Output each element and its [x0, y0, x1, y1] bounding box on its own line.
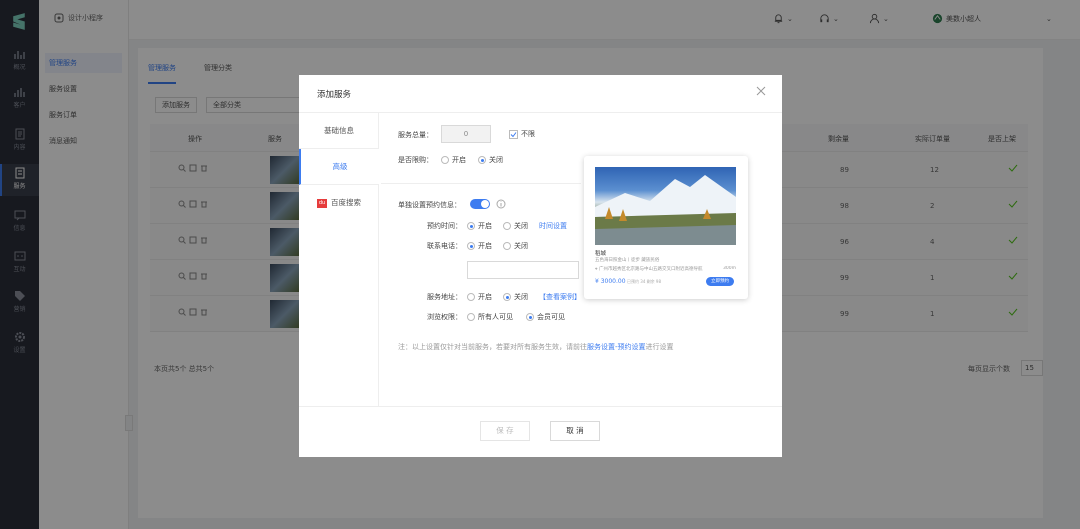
preview-book-button[interactable]: 立即预约 [706, 277, 734, 286]
settings-note: 注：以上设置仅针对当前服务，若要对所有服务生效，请前往服务设置-预约设置进行设置 [398, 343, 674, 351]
divider [299, 406, 782, 407]
preview-photo [595, 167, 736, 245]
access-all-radio[interactable]: 所有人可见 [467, 312, 513, 322]
quantity-input[interactable]: 0 [441, 125, 491, 143]
mountain-image [595, 175, 736, 245]
phone-input[interactable] [467, 261, 579, 279]
address-on-radio[interactable]: 开启 [467, 292, 492, 302]
booking-time-label: 预约时间： [427, 222, 462, 230]
access-member-radio[interactable]: 会员可见 [526, 312, 565, 322]
radio-selected-icon [478, 156, 486, 164]
dialog-title: 添加服务 [317, 90, 352, 100]
cancel-button[interactable]: 取 消 [550, 421, 600, 441]
baidu-icon: du [317, 198, 327, 208]
info-icon[interactable] [496, 199, 506, 209]
checkbox-checked-icon [509, 129, 518, 139]
limit-on-radio[interactable]: 开启 [441, 155, 466, 165]
preview-address: ⌖ 广州市越秀区北京路与中山五路交叉口附近高德导航 300m [595, 266, 736, 272]
phone-label: 联系电话： [427, 242, 462, 250]
radio-icon [503, 222, 511, 230]
booking-toggle[interactable] [470, 199, 490, 209]
radio-selected-icon [526, 313, 534, 321]
dialog-tab-baidu[interactable]: du 百度搜索 [299, 185, 379, 221]
booking-time-off-radio[interactable]: 关闭 [503, 221, 528, 231]
radio-selected-icon [467, 242, 475, 250]
booking-label: 单独设置预约信息： [398, 201, 461, 209]
booking-time-on-radio[interactable]: 开启 [467, 221, 492, 231]
phone-off-radio[interactable]: 关闭 [503, 241, 528, 251]
access-label: 浏览权限： [427, 313, 462, 321]
view-example-link[interactable]: 【查看案例】 [539, 292, 581, 302]
preview-card: 稻城 五色海日照金山丨徒步 藏族民俗 ⌖ 广州市越秀区北京路与中山五路交叉口附近… [584, 156, 748, 299]
time-setting-link[interactable]: 时间设置 [539, 221, 567, 231]
phone-on-radio[interactable]: 开启 [467, 241, 492, 251]
preview-subtitle: 五色海日照金山丨徒步 藏族民俗 [595, 258, 660, 263]
dialog-tab-advanced[interactable]: 高级 [299, 149, 379, 185]
radio-icon [441, 156, 449, 164]
radio-icon [467, 293, 475, 301]
radio-icon [467, 313, 475, 321]
divider [381, 183, 581, 184]
save-button[interactable]: 保 存 [480, 421, 530, 441]
preview-price: ¥ 3000.00 [595, 278, 626, 285]
quantity-label: 服务总量： [398, 131, 433, 139]
booking-settings-link[interactable]: 服务设置-预约设置 [587, 343, 646, 351]
preview-meta: 已预约 34 剩余 98 [627, 279, 661, 284]
radio-selected-icon [503, 293, 511, 301]
radio-selected-icon [467, 222, 475, 230]
close-icon[interactable] [756, 86, 766, 96]
address-label: 服务地址： [427, 293, 462, 301]
address-off-radio[interactable]: 关闭 [503, 292, 528, 302]
dialog-nav: 基础信息 高级 du 百度搜索 [299, 113, 379, 406]
radio-icon [503, 242, 511, 250]
unlimited-checkbox[interactable]: 不限 [509, 129, 535, 139]
dialog-tab-basic[interactable]: 基础信息 [299, 113, 379, 149]
limit-label: 是否限购： [398, 156, 433, 164]
preview-title: 稻城 [595, 251, 607, 257]
limit-off-radio[interactable]: 关闭 [478, 155, 503, 165]
